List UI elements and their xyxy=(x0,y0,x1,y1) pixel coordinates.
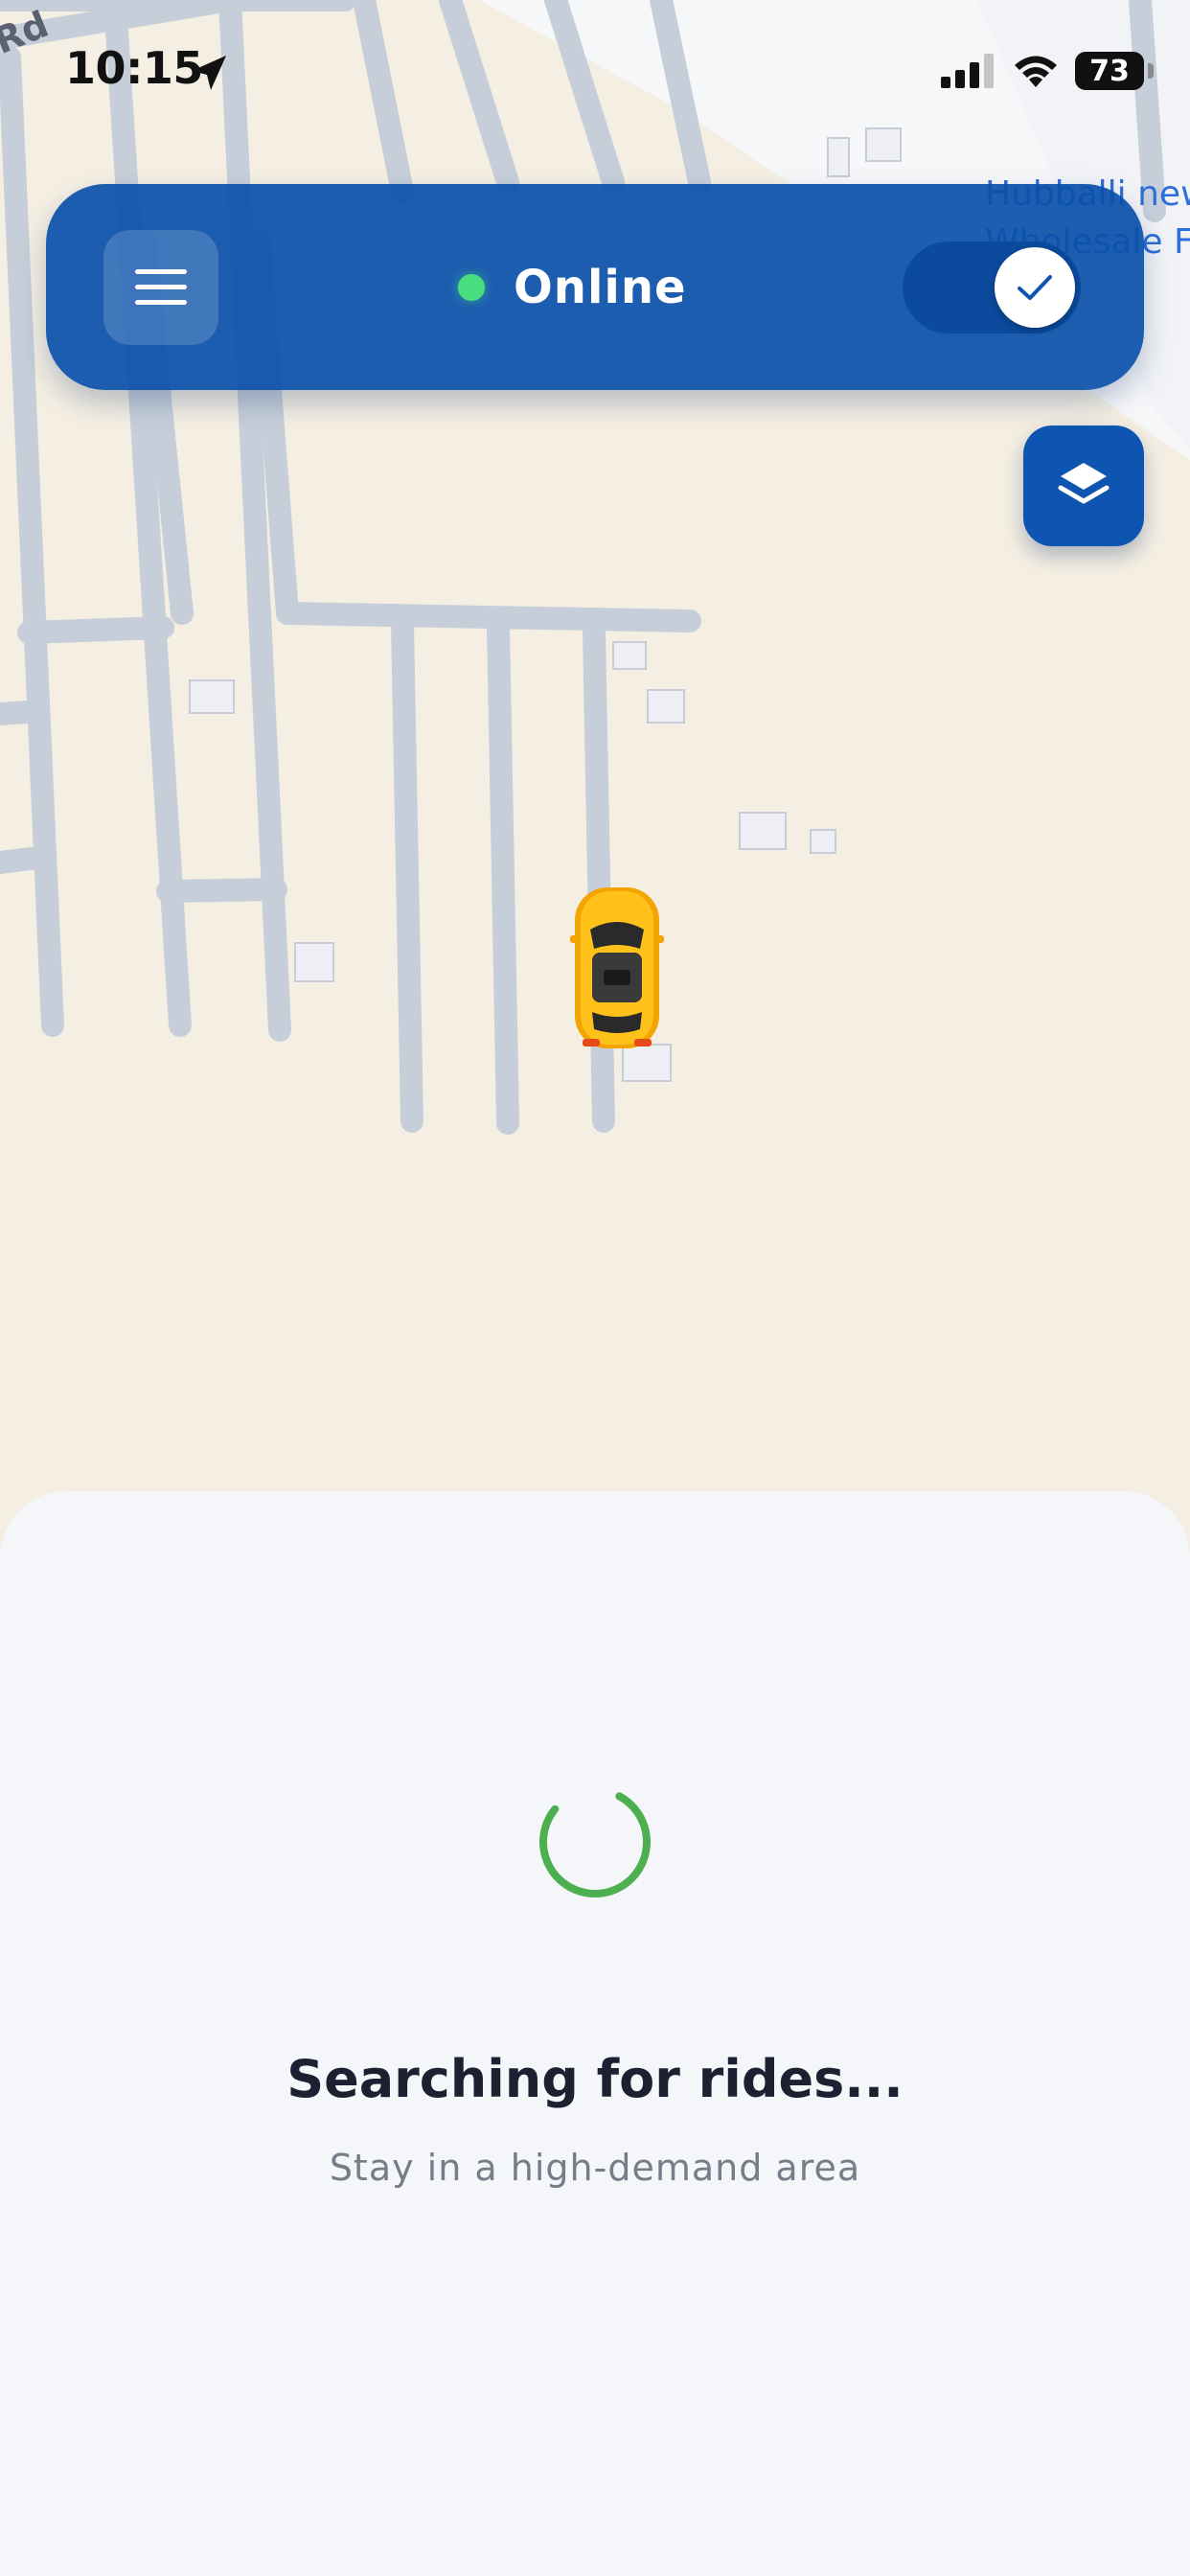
taxi-car-icon xyxy=(570,887,664,1048)
searching-subtitle: Stay in a high-demand area xyxy=(329,2147,861,2189)
online-toggle[interactable] xyxy=(903,242,1081,334)
checkmark-icon xyxy=(1018,275,1052,300)
online-status-dot xyxy=(458,273,485,301)
battery-level: 73 xyxy=(1089,54,1130,88)
status-time: 10:15 xyxy=(65,42,203,94)
menu-button[interactable] xyxy=(103,230,218,345)
map-layers-button[interactable] xyxy=(1023,426,1144,546)
status-indicators: 73 xyxy=(941,50,1154,92)
cellular-signal-icon xyxy=(941,54,994,88)
location-arrow-icon xyxy=(192,56,226,90)
battery-tip xyxy=(1148,63,1154,79)
online-status-label: Online xyxy=(514,260,687,314)
hamburger-menu-icon xyxy=(135,269,187,305)
loading-spinner-icon xyxy=(539,1786,651,1898)
battery-indicator: 73 xyxy=(1075,52,1154,90)
searching-title: Searching for rides... xyxy=(286,2049,904,2109)
bottom-sheet xyxy=(0,1491,1190,2576)
wifi-icon xyxy=(1015,56,1057,87)
toggle-knob xyxy=(995,247,1075,328)
online-status: Online xyxy=(458,184,687,390)
layers-icon xyxy=(1058,463,1110,504)
driver-status-bar: Online xyxy=(46,184,1144,390)
